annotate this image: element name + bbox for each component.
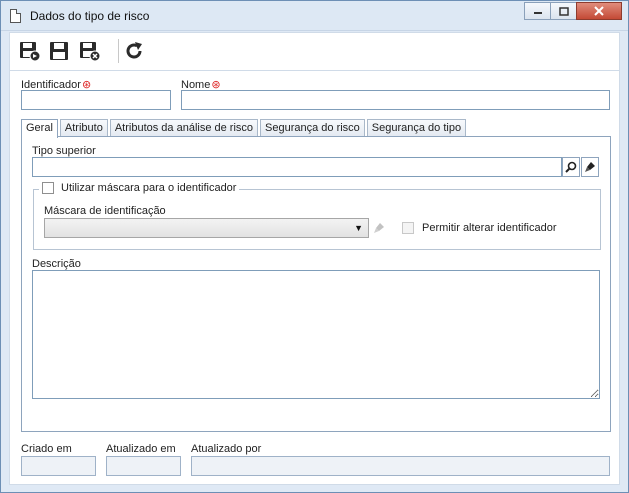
refresh-icon — [126, 42, 142, 59]
atualizado-em-label: Atualizado em — [106, 443, 176, 455]
eraser-icon — [585, 162, 595, 172]
tab-atributos-analise-risco[interactable]: Atributos da análise de risco — [109, 119, 259, 137]
criado-em-field — [21, 456, 96, 476]
tab-panel-geral: Tipo superior Utilizar máscara para o id… — [21, 136, 611, 432]
save-icon — [50, 42, 68, 60]
title-bar[interactable]: Dados do tipo de risco — [1, 1, 628, 31]
utilizar-mascara-checkbox[interactable] — [42, 182, 54, 194]
search-button[interactable] — [562, 157, 580, 177]
tab-seguranca-risco[interactable]: Segurança do risco — [260, 119, 365, 137]
save-and-close-button[interactable] — [76, 38, 102, 64]
document-icon — [10, 9, 21, 23]
tipo-superior-label: Tipo superior — [32, 145, 96, 157]
mascara-clear-button[interactable] — [370, 218, 388, 238]
mascara-legend: Utilizar máscara para o identificador — [39, 182, 240, 194]
atualizado-por-label: Atualizado por — [191, 443, 262, 455]
mascara-fieldset: Utilizar máscara para o identificador Má… — [33, 182, 601, 250]
tab-bar: Geral Atributo Atributos da análise de r… — [21, 119, 468, 138]
eraser-icon — [374, 223, 384, 233]
minimize-icon — [533, 12, 542, 14]
atualizado-em-field — [106, 456, 181, 476]
permitir-alterar-checkbox[interactable] — [402, 222, 414, 234]
tab-geral[interactable]: Geral — [21, 119, 58, 138]
permitir-alterar-label: Permitir alterar identificador — [422, 222, 557, 234]
save-and-new-icon — [20, 42, 40, 62]
tab-atributo[interactable]: Atributo — [59, 119, 108, 137]
nome-input[interactable] — [181, 90, 610, 110]
mascara-label: Máscara de identificação — [44, 205, 166, 217]
maximize-button[interactable] — [550, 2, 577, 20]
descricao-label: Descrição — [32, 258, 81, 270]
tab-seguranca-tipo[interactable]: Segurança do tipo — [366, 119, 467, 137]
window-title: Dados do tipo de risco — [30, 9, 150, 23]
minimize-button[interactable] — [524, 2, 551, 20]
atualizado-por-field — [191, 456, 610, 476]
window-controls — [524, 2, 622, 20]
mascara-select[interactable]: ▼ — [44, 218, 369, 238]
utilizar-mascara-label: Utilizar máscara para o identificador — [61, 182, 237, 194]
tipo-superior-input[interactable] — [32, 157, 562, 177]
identificador-input[interactable] — [21, 90, 171, 110]
close-button[interactable] — [576, 2, 622, 20]
dropdown-arrow-icon: ▼ — [354, 223, 363, 233]
refresh-button[interactable] — [121, 38, 147, 64]
dialog-window: Dados do tipo de risco Identificador⊛ No… — [0, 0, 629, 493]
search-icon — [565, 161, 577, 173]
form-content: Identificador⊛ Nome⊛ Geral Atributo Atri… — [9, 70, 620, 485]
toolbar-separator — [118, 39, 119, 63]
save-and-close-icon — [80, 42, 100, 62]
close-icon — [594, 6, 604, 16]
descricao-textarea[interactable] — [32, 270, 600, 399]
clear-button[interactable] — [581, 157, 599, 177]
toolbar — [9, 32, 620, 70]
save-button[interactable] — [46, 38, 72, 64]
maximize-icon — [558, 6, 569, 16]
criado-em-label: Criado em — [21, 443, 72, 455]
save-and-new-button[interactable] — [16, 38, 42, 64]
